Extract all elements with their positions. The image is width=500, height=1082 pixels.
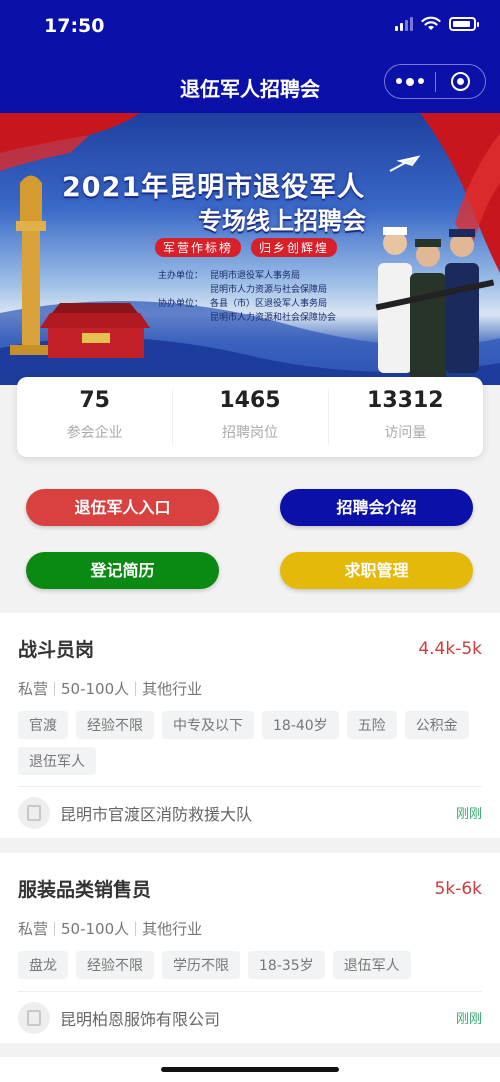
- stat-visits: 13312 访问量: [327, 377, 483, 457]
- company-type: 私营: [18, 680, 49, 698]
- organizer-name: 昆明市退役军人事务局: [210, 271, 301, 281]
- co-organizer-name: 昆明市人力资源和社会保障协会: [210, 313, 337, 323]
- job-tag: 退伍军人: [332, 951, 411, 979]
- job-card[interactable]: 战斗员岗 4.4k-5k 私营 50-100人 其他行业 官渡 经验不限 中专及…: [0, 613, 500, 838]
- job-manage-button[interactable]: 求职管理: [280, 552, 473, 589]
- stat-value: 1465: [219, 388, 281, 413]
- company-industry: 其他行业: [142, 680, 203, 698]
- stat-positions: 1465 招聘岗位: [172, 377, 327, 457]
- job-tag: 官渡: [18, 711, 68, 739]
- job-tag: 经验不限: [76, 711, 154, 739]
- veteran-entry-button[interactable]: 退伍军人入口: [26, 489, 219, 526]
- job-tag: 退伍军人: [18, 747, 96, 775]
- close-app-icon[interactable]: [436, 72, 486, 91]
- status-icons: [395, 16, 479, 31]
- job-tag: 18-35岁: [248, 951, 325, 979]
- company-name: 昆明柏恩服饰有限公司: [60, 1009, 221, 1029]
- more-menu-icon[interactable]: [385, 77, 435, 86]
- register-resume-button[interactable]: 登记简历: [26, 552, 219, 589]
- stat-value: 13312: [367, 388, 444, 413]
- slogan-1: 军营作标榜: [155, 238, 242, 257]
- company-logo-icon: [18, 1001, 50, 1034]
- company-size: 50-100人: [61, 920, 130, 938]
- stat-label: 访问量: [384, 425, 427, 441]
- status-time: 17:50: [44, 15, 105, 37]
- stat-companies: 75 参会企业: [17, 377, 172, 457]
- top-bar: 17:50 退伍军人招聘会: [0, 0, 500, 113]
- job-tag: 公积金: [404, 711, 469, 739]
- event-banner: 2021年昆明市退役军人 专场线上招聘会 军营作标榜 归乡创辉煌 主办单位： 昆明…: [0, 113, 500, 385]
- job-meta: 私营 50-100人 其他行业: [0, 662, 500, 699]
- company-industry: 其他行业: [142, 920, 203, 938]
- job-tags: 官渡 经验不限 中专及以下 18-40岁 五险 公积金 退伍军人: [0, 699, 500, 775]
- stats-card: 75 参会企业 1465 招聘岗位 13312 访问量: [17, 377, 483, 457]
- company-logo-icon: [18, 796, 50, 829]
- job-title: 战斗员岗: [18, 639, 95, 661]
- company-name: 昆明市官渡区消防救援大队: [60, 804, 253, 824]
- stat-label: 参会企业: [66, 425, 123, 441]
- company-size: 50-100人: [61, 680, 130, 698]
- stat-value: 75: [79, 388, 110, 413]
- slogan-2: 归乡创辉煌: [251, 238, 338, 257]
- battery-icon: [449, 16, 479, 31]
- co-organizer-name: 各县（市）区退役军人事务局: [210, 299, 328, 309]
- job-meta: 私营 50-100人 其他行业: [0, 902, 500, 939]
- organizer-label: 主办单位：: [158, 271, 204, 281]
- banner-title: 2021年昆明市退役军人: [62, 172, 366, 203]
- job-salary: 4.4k-5k: [418, 638, 482, 659]
- company-row[interactable]: 昆明柏恩服饰有限公司 刚刚: [18, 991, 482, 1043]
- job-tag: 五险: [346, 711, 397, 739]
- job-tag: 经验不限: [76, 951, 154, 979]
- banner-organizers: 主办单位： 昆明市退役军人事务局 昆明市人力资源与社会保障局 协办单位： 各县（市）…: [158, 269, 336, 325]
- organizer-name: 昆明市人力资源与社会保障局: [210, 285, 328, 295]
- post-time: 刚刚: [455, 1012, 482, 1027]
- mini-program-capsule: [384, 64, 486, 99]
- post-time: 刚刚: [455, 807, 482, 822]
- job-salary: 5k-6k: [434, 878, 482, 899]
- job-tag: 盘龙: [18, 951, 68, 979]
- job-title: 服装品类销售员: [18, 879, 152, 901]
- fair-intro-button[interactable]: 招聘会介绍: [280, 489, 473, 526]
- banner-subtitle: 专场线上招聘会: [198, 207, 366, 235]
- company-row[interactable]: 昆明市官渡区消防救援大队 刚刚: [18, 786, 482, 838]
- co-organizer-label: 协办单位：: [158, 299, 204, 309]
- stat-label: 招聘岗位: [221, 425, 278, 441]
- job-tag: 中专及以下: [162, 711, 254, 739]
- home-indicator: [161, 1067, 339, 1072]
- job-card[interactable]: 服装品类销售员 5k-6k 私营 50-100人 其他行业 盘龙 经验不限 学历…: [0, 853, 500, 1043]
- wifi-icon: [421, 16, 441, 30]
- job-tag: 学历不限: [162, 951, 240, 979]
- job-tag: 18-40岁: [262, 711, 339, 739]
- job-tags: 盘龙 经验不限 学历不限 18-35岁 退伍军人: [0, 939, 500, 979]
- company-type: 私营: [18, 920, 49, 938]
- signal-icon: [395, 16, 413, 31]
- banner-slogans: 军营作标榜 归乡创辉煌: [155, 238, 338, 257]
